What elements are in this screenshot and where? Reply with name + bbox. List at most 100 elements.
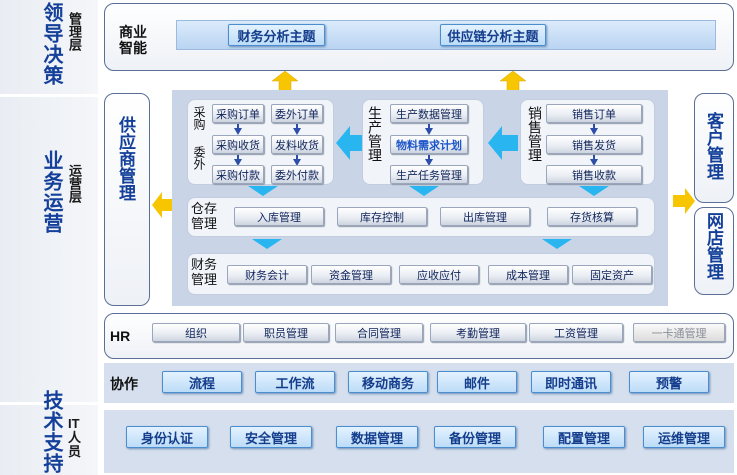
online-store-title: 网店管理	[704, 212, 723, 280]
double-arrow-icon	[673, 188, 695, 214]
bi-item-supply-chain-analysis[interactable]: 供应链分析主题	[440, 24, 546, 46]
bi-item-finance-analysis[interactable]: 财务分析主题	[228, 24, 325, 46]
up-arrow-icon	[499, 70, 527, 92]
mrp-button[interactable]: 物料需求计划	[390, 135, 468, 154]
it-ops-button[interactable]: 运维管理	[643, 426, 725, 448]
collab-workflow-button[interactable]: 工作流	[255, 371, 335, 393]
it-item-label: 数据管理	[350, 430, 403, 446]
purchase-item-label: 采购收货	[216, 139, 260, 152]
inventory-control-button[interactable]: 库存控制	[337, 207, 427, 226]
hr-payroll-button[interactable]: 工资管理	[529, 323, 623, 342]
warehouse-item-label: 出库管理	[463, 211, 507, 224]
outsource-item-label: 委外订单	[275, 108, 319, 121]
hr-item-label: 组织	[185, 327, 207, 340]
warehouse-item-label: 存货核算	[570, 211, 614, 224]
purchase-group-label: 采购	[192, 106, 206, 130]
left-arrow-icon	[336, 126, 362, 160]
it-item-label: 备份管理	[448, 430, 501, 446]
supplier-title: 供应商管理	[116, 116, 135, 201]
left-arrow-icon	[488, 126, 518, 160]
outsource-payment-button[interactable]: 委外付款	[271, 165, 323, 184]
down-arrow-icon	[425, 128, 433, 135]
hr-item-label: 工资管理	[554, 327, 598, 340]
sales-collection-button[interactable]: 销售收款	[546, 165, 642, 184]
sales-item-label: 销售订单	[572, 108, 616, 121]
down-arrow-icon	[293, 128, 301, 135]
financial-accounting-button[interactable]: 财务会计	[227, 265, 307, 284]
down-arrow-icon	[234, 128, 242, 135]
it-backup-button[interactable]: 备份管理	[434, 426, 516, 448]
production-item-label: 物料需求计划	[396, 139, 462, 152]
inbound-button[interactable]: 入库管理	[234, 207, 324, 226]
bi-item-label: 财务分析主题	[237, 28, 316, 44]
inventory-accounting-button[interactable]: 存货核算	[547, 207, 637, 226]
finance-title: 财务管理	[191, 257, 218, 287]
hr-card-button[interactable]: 一卡通管理	[633, 323, 725, 342]
it-item-label: 运维管理	[657, 430, 710, 446]
collab-item-label: 工作流	[275, 375, 315, 391]
it-config-button[interactable]: 配置管理	[543, 426, 625, 448]
warehouse-item-label: 入库管理	[257, 211, 301, 224]
collab-alert-button[interactable]: 预警	[629, 371, 709, 393]
hr-org-button[interactable]: 组织	[152, 323, 240, 342]
cost-management-button[interactable]: 成本管理	[488, 265, 568, 284]
finance-item-label: 成本管理	[506, 269, 550, 282]
decision-layer-level: 管理层	[67, 12, 82, 51]
it-item-label: 配置管理	[557, 430, 610, 446]
purchase-item-label: 采购付款	[216, 169, 260, 182]
tech-layer-level: IT人员	[68, 417, 82, 459]
purchase-payment-button[interactable]: 采购付款	[212, 165, 264, 184]
sales-order-button[interactable]: 销售订单	[546, 104, 642, 123]
purchase-receipt-button[interactable]: 采购收货	[212, 135, 264, 154]
operation-layer-block	[0, 97, 98, 402]
material-receipt-button[interactable]: 发料收货	[271, 135, 323, 154]
it-data-button[interactable]: 数据管理	[336, 426, 418, 448]
warehouse-item-label: 库存控制	[360, 211, 404, 224]
down-arrow-icon	[248, 186, 278, 196]
operation-layer-title: 业务运营	[40, 150, 62, 234]
finance-item-label: 应收应付	[417, 269, 461, 282]
sales-delivery-button[interactable]: 销售发货	[546, 135, 642, 154]
outsource-item-label: 发料收货	[275, 139, 319, 152]
production-item-label: 生产数据管理	[396, 108, 462, 121]
collab-mail-button[interactable]: 邮件	[437, 371, 517, 393]
hr-attendance-button[interactable]: 考勤管理	[430, 323, 526, 342]
outbound-button[interactable]: 出库管理	[440, 207, 530, 226]
sales-title: 销售管理	[527, 106, 543, 162]
tech-layer-level-text: IT人员	[68, 416, 82, 459]
purchase-order-button[interactable]: 采购订单	[212, 104, 264, 123]
tech-layer-title: 技术支持	[40, 390, 62, 474]
outsource-order-button[interactable]: 委外订单	[271, 104, 323, 123]
double-arrow-icon	[152, 192, 172, 218]
hr-staff-button[interactable]: 职员管理	[243, 323, 329, 342]
collab-im-button[interactable]: 即时通讯	[531, 371, 611, 393]
it-security-button[interactable]: 安全管理	[230, 426, 312, 448]
collab-item-label: 邮件	[463, 375, 490, 391]
receivable-payable-button[interactable]: 应收应付	[399, 265, 479, 284]
collab-item-label: 即时通讯	[544, 375, 597, 391]
it-auth-button[interactable]: 身份认证	[126, 426, 208, 448]
collab-item-label: 流程	[188, 375, 215, 391]
hr-label: HR	[110, 328, 131, 344]
collab-mobile-button[interactable]: 移动商务	[348, 371, 428, 393]
it-item-label: 安全管理	[244, 430, 297, 446]
collab-flow-button[interactable]: 流程	[162, 371, 242, 393]
up-arrow-icon	[271, 70, 299, 92]
collab-label: 协作	[110, 376, 138, 392]
purchase-item-label: 采购订单	[216, 108, 260, 121]
fixed-assets-button[interactable]: 固定资产	[572, 265, 652, 284]
warehouse-title: 仓存管理	[191, 201, 218, 231]
sales-item-label: 销售收款	[572, 169, 616, 182]
hr-item-label: 职员管理	[264, 327, 308, 340]
it-item-label: 身份认证	[140, 430, 193, 446]
hr-contract-button[interactable]: 合同管理	[335, 323, 423, 342]
production-task-button[interactable]: 生产任务管理	[390, 165, 468, 184]
finance-item-label: 固定资产	[590, 269, 634, 282]
fund-management-button[interactable]: 资金管理	[311, 265, 391, 284]
production-data-button[interactable]: 生产数据管理	[390, 104, 468, 123]
outsource-group-label: 委外	[192, 146, 206, 170]
hr-item-label: 考勤管理	[456, 327, 500, 340]
finance-item-label: 财务会计	[245, 269, 289, 282]
bi-item-label: 供应链分析主题	[447, 28, 539, 44]
decision-layer-title: 领导决策	[40, 2, 62, 86]
